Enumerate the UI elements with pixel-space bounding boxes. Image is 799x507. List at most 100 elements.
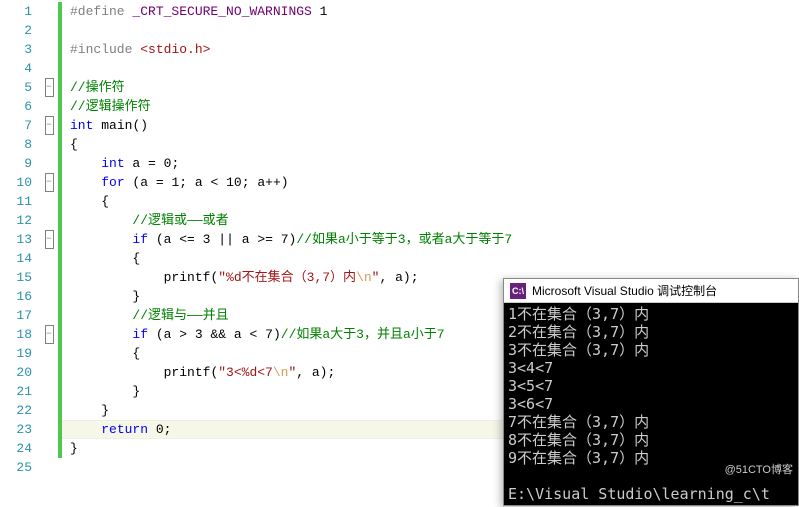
code-text: //逻辑或——或者 bbox=[70, 213, 229, 228]
change-bar bbox=[58, 116, 62, 135]
line-number: 11 bbox=[0, 192, 40, 211]
code-text: { bbox=[70, 194, 109, 209]
line-number: 25 bbox=[0, 458, 40, 477]
line-number: 12 bbox=[0, 211, 40, 230]
fold-cell bbox=[40, 306, 58, 325]
change-bar bbox=[58, 211, 62, 230]
line-number: 7 bbox=[0, 116, 40, 135]
code-line[interactable] bbox=[58, 59, 799, 78]
change-bar bbox=[58, 306, 62, 325]
fold-cell bbox=[40, 97, 58, 116]
code-text: int a = 0; bbox=[70, 156, 179, 171]
fold-cell[interactable]: − bbox=[40, 230, 58, 249]
line-number: 8 bbox=[0, 135, 40, 154]
line-number: 1 bbox=[0, 2, 40, 21]
change-bar bbox=[58, 268, 62, 287]
fold-cell bbox=[40, 268, 58, 287]
console-titlebar[interactable]: C:\ Microsoft Visual Studio 调试控制台 bbox=[504, 279, 798, 303]
code-text: int main() bbox=[70, 118, 148, 133]
code-line[interactable]: { bbox=[58, 192, 799, 211]
line-number: 24 bbox=[0, 439, 40, 458]
code-line[interactable]: for (a = 1; a < 10; a++) bbox=[58, 173, 799, 192]
code-text: //逻辑操作符 bbox=[70, 99, 151, 114]
code-line[interactable]: #include <stdio.h> bbox=[58, 40, 799, 59]
fold-cell bbox=[40, 2, 58, 21]
line-number: 20 bbox=[0, 363, 40, 382]
code-line[interactable]: //逻辑操作符 bbox=[58, 97, 799, 116]
change-bar bbox=[58, 97, 62, 116]
code-text: { bbox=[70, 137, 78, 152]
change-bar bbox=[58, 382, 62, 401]
line-number: 15 bbox=[0, 268, 40, 287]
console-output: 1不在集合（3,7）内 2不在集合（3,7）内 3不在集合（3,7）内 3<4<… bbox=[504, 303, 798, 505]
code-line[interactable] bbox=[58, 21, 799, 40]
code-line[interactable]: { bbox=[58, 249, 799, 268]
change-bar bbox=[58, 154, 62, 173]
fold-minus-icon[interactable]: − bbox=[45, 116, 54, 135]
fold-cell bbox=[40, 135, 58, 154]
fold-cell bbox=[40, 192, 58, 211]
console-icon: C:\ bbox=[510, 283, 526, 299]
code-text: { bbox=[70, 251, 140, 266]
console-title-text: Microsoft Visual Studio 调试控制台 bbox=[532, 282, 717, 299]
change-bar bbox=[58, 401, 62, 420]
code-line[interactable]: if (a <= 3 || a >= 7)//如果a小于等于3，或者a大于等于7 bbox=[58, 230, 799, 249]
code-line[interactable]: //逻辑或——或者 bbox=[58, 211, 799, 230]
code-text: //操作符 bbox=[70, 80, 125, 95]
code-text: return 0; bbox=[70, 422, 171, 437]
line-number: 4 bbox=[0, 59, 40, 78]
fold-minus-icon[interactable]: − bbox=[45, 173, 54, 192]
change-bar bbox=[58, 325, 62, 344]
change-bar bbox=[58, 78, 62, 97]
fold-cell[interactable]: − bbox=[40, 173, 58, 192]
code-text: } bbox=[70, 384, 140, 399]
fold-cell bbox=[40, 40, 58, 59]
change-bar bbox=[58, 344, 62, 363]
code-text: } bbox=[70, 441, 78, 456]
line-number: 13 bbox=[0, 230, 40, 249]
fold-cell bbox=[40, 344, 58, 363]
code-line[interactable]: #define _CRT_SECURE_NO_WARNINGS 1 bbox=[58, 2, 799, 21]
change-bar bbox=[58, 249, 62, 268]
change-bar bbox=[58, 439, 62, 458]
change-bar bbox=[58, 59, 62, 78]
fold-cell[interactable]: − bbox=[40, 78, 58, 97]
code-text: } bbox=[70, 289, 140, 304]
change-bar bbox=[58, 230, 62, 249]
code-text: #define _CRT_SECURE_NO_WARNINGS 1 bbox=[70, 4, 327, 19]
change-bar bbox=[58, 40, 62, 59]
code-line[interactable]: //操作符 bbox=[58, 78, 799, 97]
code-line[interactable]: int main() bbox=[58, 116, 799, 135]
fold-minus-icon[interactable]: − bbox=[45, 230, 54, 249]
fold-cell bbox=[40, 59, 58, 78]
fold-cell bbox=[40, 154, 58, 173]
fold-cell[interactable]: − bbox=[40, 116, 58, 135]
line-number: 21 bbox=[0, 382, 40, 401]
fold-cell bbox=[40, 287, 58, 306]
code-text: #include <stdio.h> bbox=[70, 42, 210, 57]
code-text: printf("3<%d<7\n", a); bbox=[70, 365, 335, 380]
line-number: 23 bbox=[0, 420, 40, 439]
line-number: 5 bbox=[0, 78, 40, 97]
change-bar bbox=[58, 2, 62, 21]
line-number: 18 bbox=[0, 325, 40, 344]
change-bar bbox=[58, 363, 62, 382]
code-text: { bbox=[70, 346, 140, 361]
code-text: //逻辑与——并且 bbox=[70, 308, 229, 323]
debug-console-window[interactable]: C:\ Microsoft Visual Studio 调试控制台 1不在集合（… bbox=[503, 278, 799, 506]
line-number: 6 bbox=[0, 97, 40, 116]
fold-minus-icon[interactable]: − bbox=[45, 325, 54, 344]
line-number: 10 bbox=[0, 173, 40, 192]
line-number: 22 bbox=[0, 401, 40, 420]
code-line[interactable]: int a = 0; bbox=[58, 154, 799, 173]
code-text: for (a = 1; a < 10; a++) bbox=[70, 175, 289, 190]
change-bar bbox=[58, 192, 62, 211]
change-bar bbox=[58, 135, 62, 154]
fold-minus-icon[interactable]: − bbox=[45, 78, 54, 97]
fold-gutter[interactable]: − − − − − bbox=[40, 0, 58, 507]
fold-cell bbox=[40, 420, 58, 439]
code-line[interactable]: { bbox=[58, 135, 799, 154]
change-bar bbox=[58, 287, 62, 306]
line-number: 2 bbox=[0, 21, 40, 40]
fold-cell[interactable]: − bbox=[40, 325, 58, 344]
